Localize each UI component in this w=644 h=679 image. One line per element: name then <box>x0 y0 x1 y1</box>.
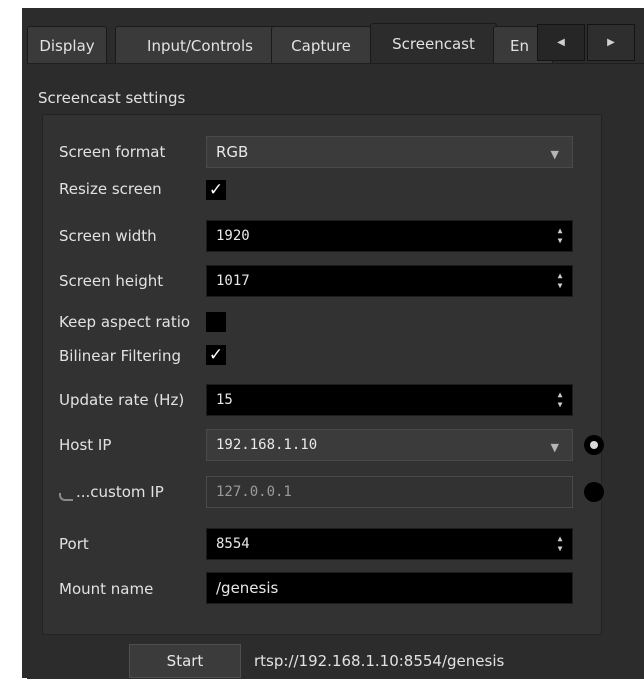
spin-arrows-icon[interactable]: ▲ ▼ <box>554 271 566 291</box>
mount-name-label: Mount name <box>59 580 154 598</box>
chevron-down-icon: ▼ <box>550 441 559 454</box>
spin-arrows-icon[interactable]: ▲ ▼ <box>554 390 566 410</box>
stream-url: rtsp://192.168.1.10:8554/genesis <box>254 652 505 670</box>
start-button-label: Start <box>166 652 204 670</box>
update-rate-spinbox[interactable]: 15 ▲ ▼ <box>206 384 573 416</box>
chevron-down-icon: ▼ <box>550 148 559 161</box>
tab-scroll-buttons: ◀ ▶ <box>537 24 637 61</box>
port-spinbox[interactable]: 8554 ▲ ▼ <box>206 528 573 560</box>
screen-width-label: Screen width <box>59 227 157 245</box>
tab-scroll-left-button[interactable]: ◀ <box>537 24 585 61</box>
keep-aspect-ratio-checkbox[interactable] <box>206 312 226 332</box>
start-button[interactable]: Start <box>129 644 241 678</box>
port-value: 8554 <box>216 536 250 552</box>
screen-format-value: RGB <box>216 143 249 161</box>
custom-ip-label: ...custom IP <box>76 483 164 501</box>
custom-ip-input[interactable]: 127.0.0.1 <box>206 476 573 508</box>
tab-display[interactable]: Display <box>27 26 107 64</box>
tab-label: Screencast <box>392 35 475 53</box>
screen-height-label: Screen height <box>59 272 164 290</box>
tab-label: Display <box>39 36 95 55</box>
screen-format-label: Screen format <box>59 143 166 161</box>
keep-aspect-ratio-label: Keep aspect ratio <box>59 313 191 331</box>
screen-height-value: 1017 <box>216 273 250 289</box>
screen-width-value: 1920 <box>216 228 250 244</box>
tab-scroll-right-button[interactable]: ▶ <box>587 24 635 61</box>
port-label: Port <box>59 535 89 553</box>
tab-capture[interactable]: Capture <box>271 26 371 64</box>
tab-label: Input/Controls <box>147 36 253 55</box>
pane-title: Screencast settings <box>38 89 186 107</box>
bilinear-filtering-checkbox[interactable]: ✓ <box>206 345 226 365</box>
host-ip-label: Host IP <box>59 436 112 454</box>
tab-label: En <box>510 36 529 55</box>
host-ip-radio[interactable] <box>584 435 604 455</box>
custom-ip-value: 127.0.0.1 <box>216 484 292 500</box>
screen-format-dropdown[interactable]: RGB ▼ <box>206 136 573 168</box>
custom-ip-radio[interactable] <box>584 482 604 502</box>
update-rate-value: 15 <box>216 392 233 408</box>
chevron-right-icon: ▶ <box>607 37 615 48</box>
resize-screen-label: Resize screen <box>59 180 162 198</box>
resize-screen-checkbox[interactable]: ✓ <box>206 180 226 200</box>
host-ip-dropdown[interactable]: 192.168.1.10 ▼ <box>206 429 573 461</box>
mount-name-input[interactable]: /genesis <box>206 572 573 604</box>
tab-screencast[interactable]: Screencast <box>370 23 497 64</box>
tab-input-controls[interactable]: Input/Controls <box>115 26 285 64</box>
indent-arrow-icon <box>59 493 73 501</box>
bilinear-filtering-label: Bilinear Filtering <box>59 347 181 365</box>
spin-arrows-icon[interactable]: ▲ ▼ <box>554 226 566 246</box>
tab-label: Capture <box>291 36 351 55</box>
chevron-left-icon: ◀ <box>557 37 565 48</box>
screen-width-spinbox[interactable]: 1920 ▲ ▼ <box>206 220 573 252</box>
update-rate-label: Update rate (Hz) <box>59 391 185 409</box>
spin-arrows-icon[interactable]: ▲ ▼ <box>554 534 566 554</box>
screen-height-spinbox[interactable]: 1017 ▲ ▼ <box>206 265 573 297</box>
mount-name-value: /genesis <box>216 579 279 597</box>
host-ip-value: 192.168.1.10 <box>216 437 318 453</box>
